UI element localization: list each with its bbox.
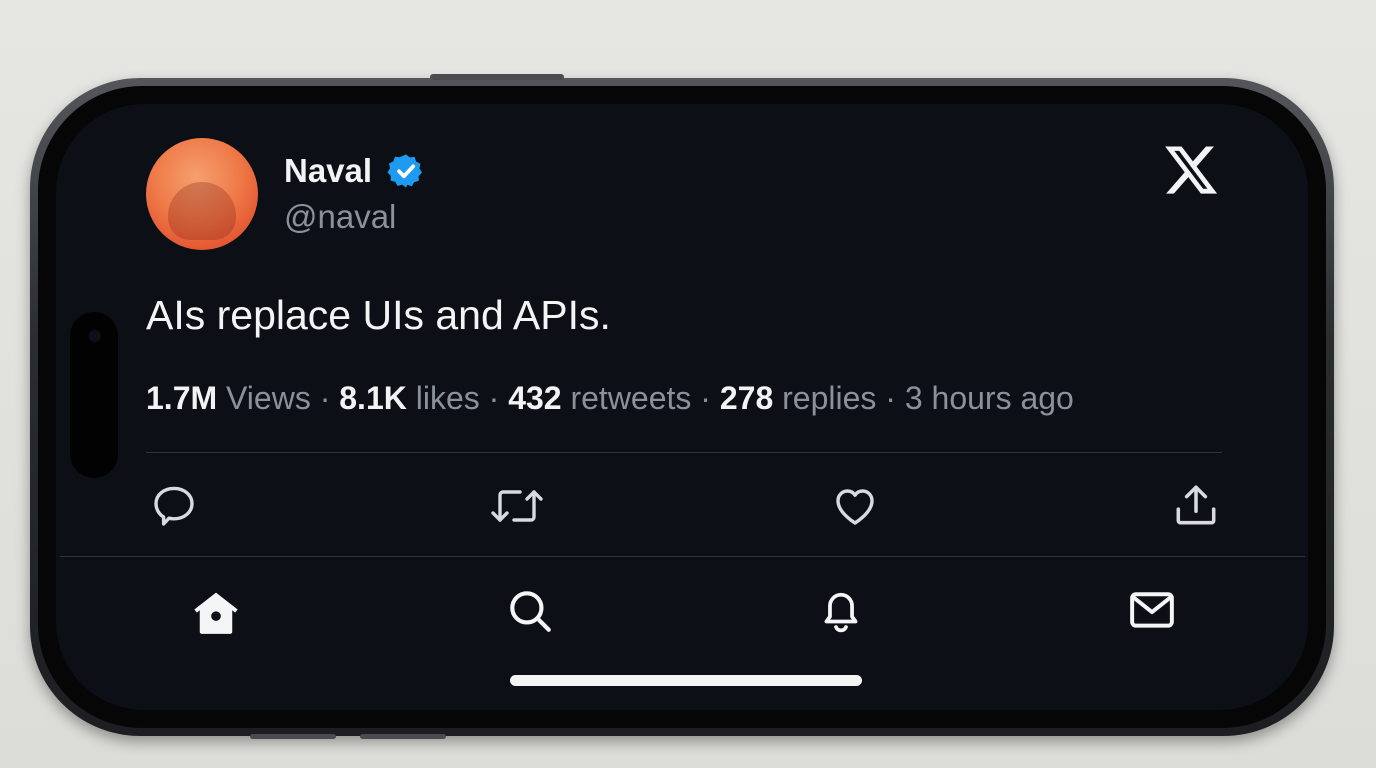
retweet-icon[interactable] <box>490 482 544 530</box>
side-button <box>360 734 446 739</box>
stats-separator: · <box>319 380 331 416</box>
replies-count[interactable]: 278 <box>720 380 773 416</box>
x-logo-icon[interactable] <box>1162 141 1220 199</box>
camera-lens <box>89 330 101 342</box>
messages-icon[interactable] <box>1126 588 1178 634</box>
views-label: Views <box>226 380 311 416</box>
stats-separator: · <box>488 380 500 416</box>
like-icon[interactable] <box>830 482 880 530</box>
reply-icon[interactable] <box>150 482 198 530</box>
action-button <box>250 734 336 739</box>
timestamp: 3 hours ago <box>904 380 1074 416</box>
retweets-label[interactable]: retweets <box>570 380 691 416</box>
author-name[interactable]: Naval <box>284 152 372 190</box>
retweets-count[interactable]: 432 <box>508 380 561 416</box>
stats-divider <box>146 452 1222 453</box>
stats-separator: · <box>700 380 711 416</box>
stats-separator: · <box>885 380 896 416</box>
likes-label[interactable]: likes <box>416 380 480 416</box>
replies-label[interactable]: replies <box>782 380 876 416</box>
avatar[interactable] <box>146 138 258 250</box>
share-icon[interactable] <box>1170 480 1222 530</box>
volume-button <box>430 74 564 80</box>
home-icon[interactable] <box>190 588 242 638</box>
views-count: 1.7M <box>146 380 218 416</box>
tweet-text: AIs replace UIs and APIs. <box>146 292 611 338</box>
verified-badge-icon <box>387 154 422 188</box>
author-handle[interactable]: @naval <box>284 198 396 236</box>
likes-count[interactable]: 8.1K <box>339 380 407 416</box>
tweet-stats: 1.7M Views · 8.1K likes · 432 retweets ·… <box>146 380 1074 417</box>
avatar-figure <box>168 182 236 240</box>
home-indicator[interactable] <box>510 675 862 686</box>
search-icon[interactable] <box>505 586 555 636</box>
nav-divider <box>60 556 1305 557</box>
notifications-icon[interactable] <box>816 584 866 636</box>
